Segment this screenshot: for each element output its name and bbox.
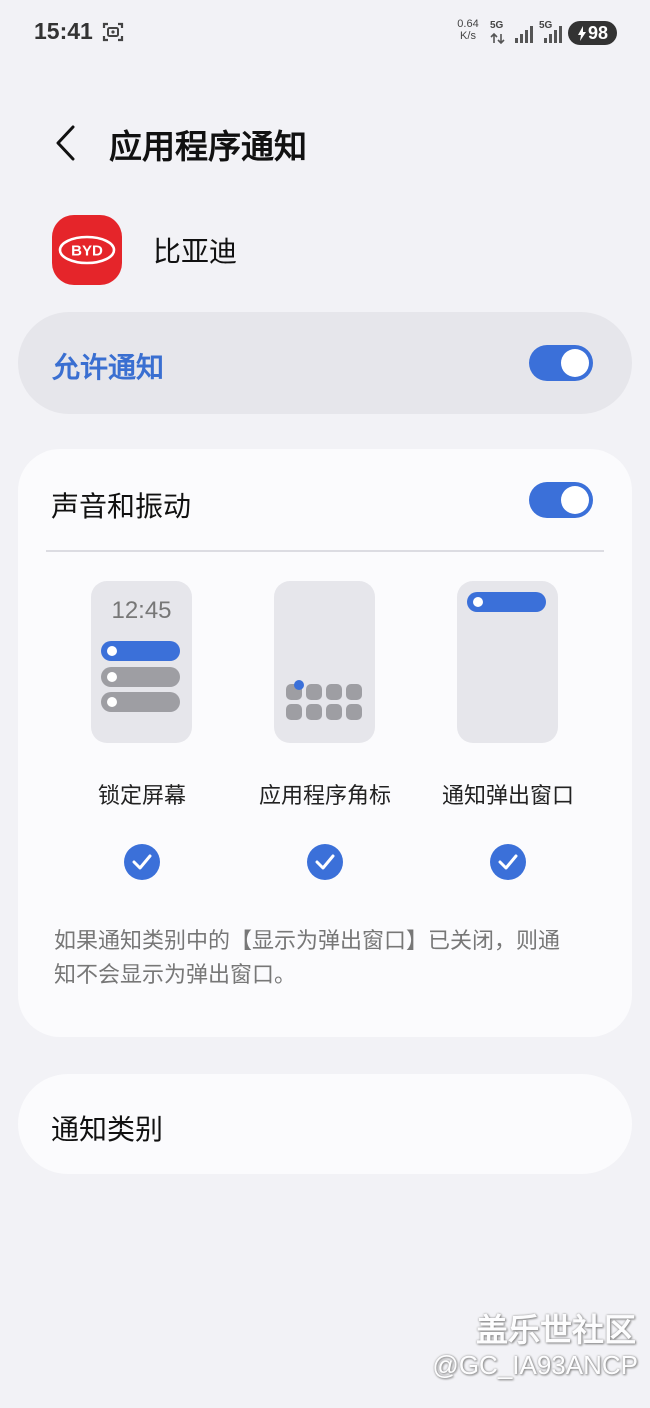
status-bar: 15:41 0.64 K/s 5G 5G 98 — [0, 0, 650, 66]
status-time: 15:41 — [34, 18, 93, 44]
option-app-badge-label: 应用程序角标 — [258, 784, 391, 809]
app-grid-icon — [326, 704, 342, 720]
checkmark-icon — [498, 854, 518, 870]
popup-window-checkbox[interactable] — [490, 844, 526, 880]
checkmark-icon — [315, 854, 335, 870]
allow-notifications-row[interactable]: 允许通知 — [18, 312, 632, 414]
signal-strength-icon-2 — [544, 26, 562, 43]
popup-pill — [467, 592, 546, 612]
app-badge-preview[interactable] — [274, 581, 375, 743]
app-grid-icon — [286, 704, 302, 720]
option-lock-screen-label: 锁定屏幕 — [97, 784, 186, 809]
option-popup-label: 通知弹出窗口 — [441, 784, 574, 809]
page-title: 应用程序通知 — [109, 127, 307, 166]
byd-logo-text: BYD — [71, 243, 103, 260]
app-badge-checkbox[interactable] — [307, 844, 343, 880]
watermark-handle: @GC_IA93ANCP — [432, 1350, 638, 1380]
divider — [46, 550, 604, 552]
network-speed: 0.64 K/s — [452, 18, 484, 42]
signal-strength-icon — [515, 26, 533, 43]
data-arrows-icon — [490, 32, 505, 45]
back-arrow-icon — [56, 125, 75, 161]
notification-pill-highlight — [101, 641, 180, 661]
popup-window-preview[interactable] — [457, 581, 558, 743]
badge-dot-icon — [294, 680, 304, 690]
byd-app-icon: BYD — [52, 215, 122, 285]
battery-level: 98 — [587, 22, 609, 43]
notification-pill — [101, 667, 180, 687]
lock-screen-checkbox[interactable] — [124, 844, 160, 880]
battery-indicator: 98 — [568, 21, 617, 45]
back-button[interactable] — [44, 118, 88, 168]
app-name: 比亚迪 — [153, 235, 238, 268]
allow-notifications-toggle[interactable] — [529, 345, 593, 381]
app-grid-icon — [346, 704, 362, 720]
network-speed-unit: K/s — [460, 30, 476, 42]
toggle-knob — [561, 349, 589, 377]
allow-notifications-label: 允许通知 — [52, 351, 165, 384]
notification-pill — [101, 692, 180, 712]
checkmark-icon — [132, 854, 152, 870]
watermark-title: 盖乐世社区 — [475, 1311, 636, 1349]
byd-logo-icon: BYD — [58, 235, 116, 265]
popup-info-text: 如果通知类别中的【显示为弹出窗口】已关闭，则通知不会显示为弹出窗口。 — [54, 929, 561, 988]
app-grid-icon — [346, 684, 362, 700]
sound-vibration-label: 声音和振动 — [51, 490, 192, 523]
preview-clock: 12:45 — [111, 597, 172, 624]
notification-categories-label: 通知类别 — [51, 1113, 164, 1146]
app-grid-icon — [326, 684, 342, 700]
notification-categories-row[interactable]: 通知类别 — [18, 1074, 632, 1174]
sound-vibration-card: 声音和振动 12:45 锁定屏幕 应用程序角标 通知弹出窗口 如果通知类别中的【… — [18, 449, 632, 1037]
app-grid-icon — [306, 684, 322, 700]
network-speed-value: 0.64 — [457, 18, 479, 30]
screenshot-icon — [102, 22, 124, 42]
lock-screen-preview[interactable]: 12:45 — [91, 581, 192, 743]
sound-vibration-toggle[interactable] — [529, 482, 593, 518]
app-grid-icon — [306, 704, 322, 720]
charging-icon — [577, 25, 586, 41]
toggle-knob — [561, 486, 589, 514]
